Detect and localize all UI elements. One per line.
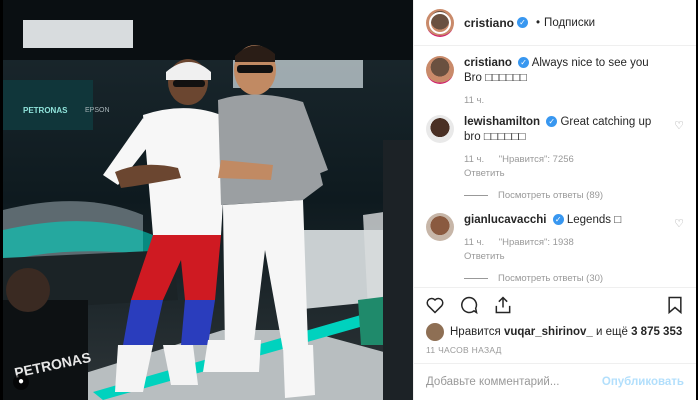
comment-avatar[interactable] <box>426 115 454 143</box>
comment-item: lewishamilton ✓ Great catching up bro □□… <box>426 115 684 180</box>
caption-username[interactable]: cristiano <box>464 57 512 69</box>
likes-summary: Нравится vuqar_shirinov_ и ещё 3 875 353 <box>414 321 696 343</box>
comment-likes[interactable]: "Нравится": 7256 <box>499 154 574 165</box>
post-sidebar: cristiano ✓ • Подписки cristiano ✓ Always… <box>413 0 696 400</box>
follow-label[interactable]: Подписки <box>544 17 595 29</box>
verified-icon: ✓ <box>517 17 529 28</box>
comment-likes[interactable]: "Нравится": 1938 <box>499 237 574 248</box>
comments-list[interactable]: cristiano ✓ Always nice to see you Bro □… <box>414 46 696 287</box>
verified-icon: ✓ <box>552 214 564 226</box>
heart-icon[interactable]: ♡ <box>674 119 684 132</box>
user-icon[interactable]: ● <box>13 374 29 390</box>
comment-text: Legends □ <box>566 214 622 226</box>
verified-icon: ✓ <box>518 57 530 69</box>
reply-button[interactable]: Ответить <box>464 167 650 180</box>
view-replies-button[interactable]: Посмотреть ответы (89) <box>464 190 684 201</box>
separator-dot: • <box>536 16 541 29</box>
add-comment-bar: Добавьте комментарий... Опубликовать <box>414 364 696 400</box>
author-avatar[interactable] <box>426 8 454 37</box>
caption-avatar[interactable] <box>426 56 454 84</box>
epson-sign: EPSON <box>85 107 110 114</box>
comment-username[interactable]: lewishamilton <box>464 116 540 128</box>
comment-icon[interactable] <box>458 294 480 316</box>
publish-button[interactable]: Опубликовать <box>602 376 684 388</box>
liker-avatar[interactable] <box>426 323 444 341</box>
liker-username[interactable]: vuqar_shirinov_ <box>504 326 593 338</box>
likes-suffix: и ещё <box>596 326 628 338</box>
reply-button[interactable]: Ответить <box>464 250 650 263</box>
likes-prefix: Нравится <box>450 326 501 338</box>
verified-icon: ✓ <box>546 116 558 128</box>
comment-item: gianlucavacchi ✓ Legends □ 11 ч. "Нравит… <box>426 213 684 263</box>
caption: cristiano ✓ Always nice to see you Bro □… <box>426 56 684 107</box>
comment-username[interactable]: gianlucavacchi <box>464 214 546 226</box>
petronas-sign: PETRONAS <box>23 106 68 115</box>
bookmark-icon[interactable] <box>664 294 686 316</box>
comment-time[interactable]: 11 ч. <box>464 237 484 248</box>
heart-icon[interactable]: ♡ <box>674 217 684 230</box>
post-header: cristiano ✓ • Подписки <box>414 0 696 46</box>
share-icon[interactable] <box>492 294 514 316</box>
photo-illustration: PETRONAS EPSON PETRONAS <box>3 0 413 400</box>
follow-status[interactable]: • Подписки <box>532 17 595 29</box>
comment-input[interactable]: Добавьте комментарий... <box>426 376 602 388</box>
post-modal: PETRONAS EPSON PETRONAS ● cristiano ✓ • … <box>3 0 696 400</box>
likes-count[interactable]: 3 875 353 <box>631 326 682 338</box>
view-replies-button[interactable]: Посмотреть ответы (30) <box>464 273 684 284</box>
caption-time[interactable]: 11 ч. <box>464 95 484 106</box>
comment-time[interactable]: 11 ч. <box>464 154 484 165</box>
action-bar <box>414 287 696 321</box>
heart-icon[interactable] <box>424 294 446 316</box>
author-username[interactable]: cristiano <box>464 16 514 30</box>
post-time[interactable]: 11 ЧАСОВ НАЗАД <box>414 343 696 364</box>
post-photo[interactable]: PETRONAS EPSON PETRONAS ● <box>3 0 413 400</box>
comment-avatar[interactable] <box>426 213 454 241</box>
